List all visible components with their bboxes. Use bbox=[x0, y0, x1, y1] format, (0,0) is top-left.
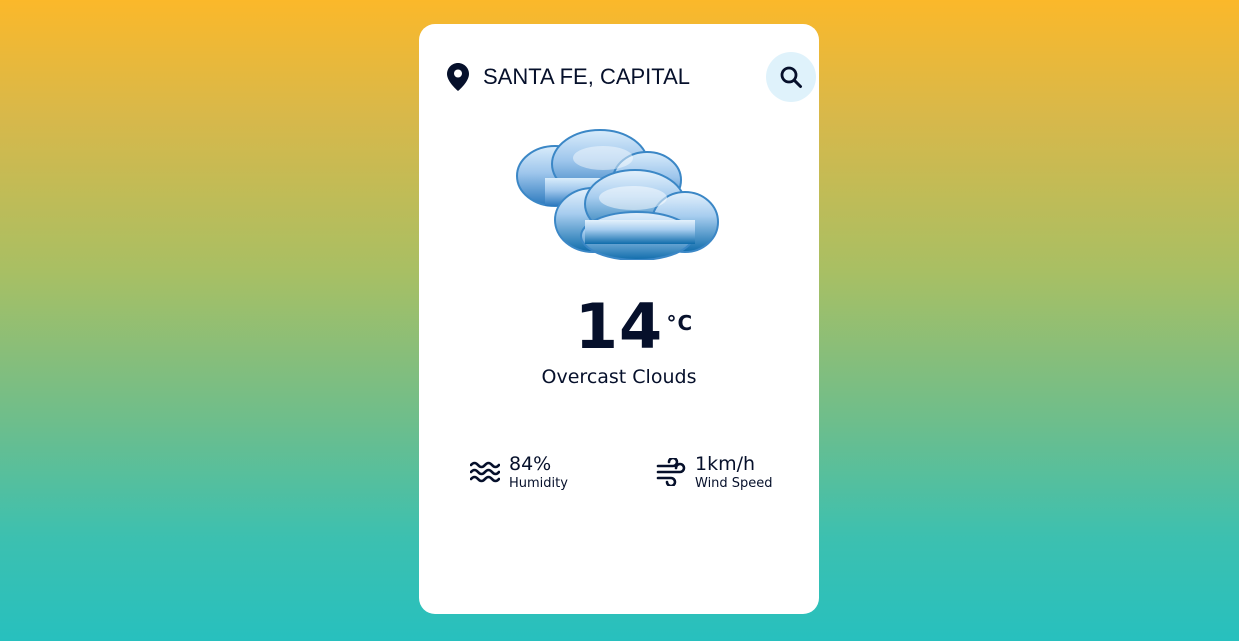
location-search-input[interactable] bbox=[475, 57, 733, 97]
temperature-unit: °C bbox=[666, 311, 694, 335]
magnifier-icon bbox=[779, 65, 803, 89]
search-bar bbox=[447, 52, 816, 102]
humidity-label: Humidity bbox=[509, 476, 568, 491]
temperature-block: 14 °C bbox=[419, 292, 819, 362]
map-pin-icon bbox=[447, 62, 475, 92]
search-button[interactable] bbox=[766, 52, 816, 102]
wind-detail: 1km/h Wind Speed bbox=[655, 452, 773, 492]
humidity-detail: 84% Humidity bbox=[469, 452, 568, 492]
weather-card: 14°C Overcast Clouds 84% Humidity 1km/h … bbox=[419, 24, 819, 614]
wind-speed-value: 1km/h bbox=[695, 453, 756, 475]
humidity-value: 84% bbox=[509, 453, 552, 475]
waves-icon bbox=[469, 456, 501, 488]
clouds-icon bbox=[515, 128, 725, 261]
wind-speed-label: Wind Speed bbox=[695, 476, 773, 491]
temperature-value: 14 °C bbox=[574, 290, 694, 363]
weather-description: Overcast Clouds bbox=[541, 366, 697, 388]
wind-icon bbox=[655, 456, 687, 488]
